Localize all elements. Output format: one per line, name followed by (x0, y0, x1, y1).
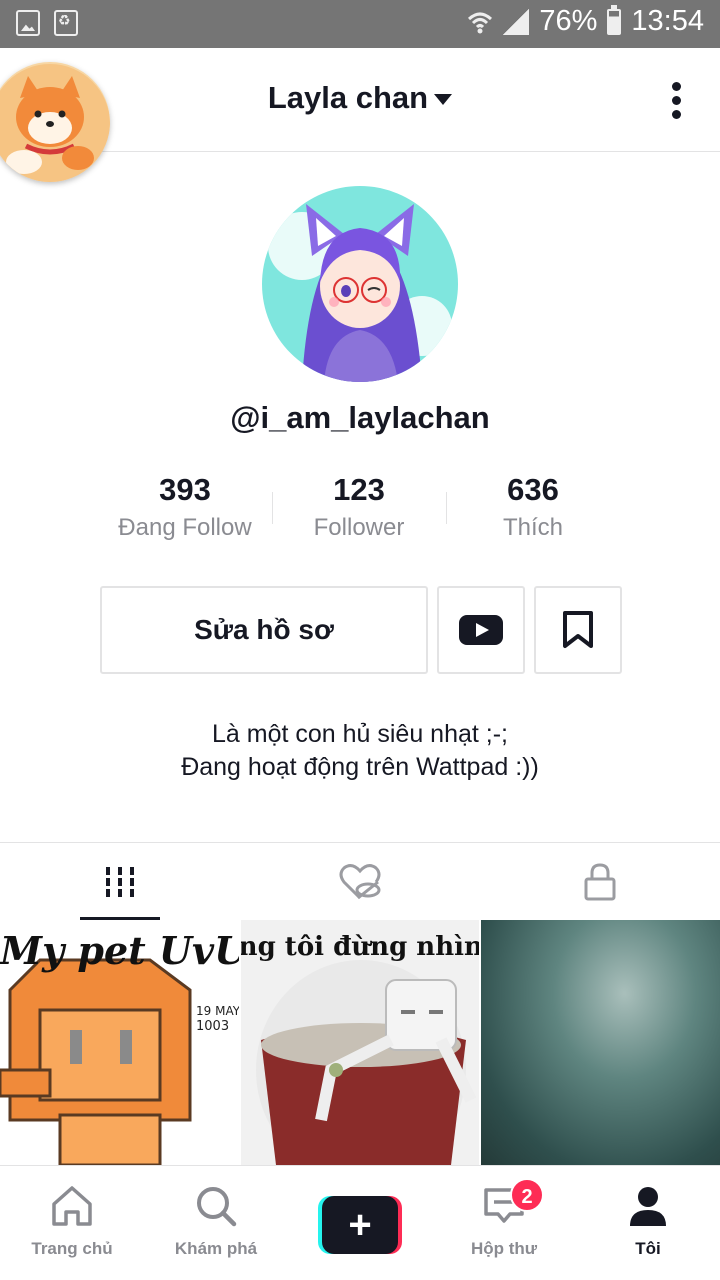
svg-text:19 MAY: 19 MAY (196, 1004, 239, 1018)
stat-value: 393 (159, 472, 211, 507)
grid-icon (106, 867, 134, 897)
video-thumbnail[interactable]: 19 MAY 1003 My pet UvU (0, 920, 239, 1165)
svg-text:1003: 1003 (196, 1019, 229, 1034)
home-icon (52, 1186, 92, 1226)
stat-label: Đang Follow (118, 514, 252, 541)
bio-line: Là một con hủ siêu nhạt ;-; (211, 720, 508, 748)
nav-me[interactable]: Tôi (576, 1166, 720, 1280)
stat-value: 123 (333, 472, 385, 507)
nav-discover[interactable]: Khám phá (144, 1166, 288, 1280)
stat-following[interactable]: 393 Đang Follow (98, 470, 272, 550)
status-bar: 76% 13:54 (0, 0, 720, 48)
youtube-icon (459, 615, 503, 645)
nav-home[interactable]: Trang chủ (0, 1166, 144, 1280)
nav-label: Trang chủ (31, 1239, 113, 1258)
bio-line: Đang hoạt động trên Wattpad :)) (181, 753, 539, 781)
video-grid: 19 MAY 1003 My pet UvU ng tôi đừng nhìn … (0, 920, 720, 1165)
bookmark-icon (563, 611, 593, 648)
lock-icon (584, 863, 616, 901)
stat-label: Follower (313, 514, 405, 541)
video-caption: My pet UvU (0, 928, 239, 973)
tab-videos[interactable] (0, 843, 240, 921)
stat-likes[interactable]: 636 Thích (446, 470, 620, 550)
username: @i_am_laylachan (230, 400, 490, 435)
recycle-notification-icon (54, 10, 78, 36)
tab-liked[interactable] (240, 843, 480, 921)
notification-icons (16, 10, 78, 36)
video-caption: ng tôi đừng nhìn nữa (240, 932, 480, 962)
video-thumbnail[interactable]: ng tôi đừng nhìn nữa (240, 920, 480, 1165)
profile-stats: 393 Đang Follow 123 Follower 636 Thích (98, 470, 622, 550)
battery-icon (607, 4, 622, 35)
gallery-notification-icon (16, 10, 40, 36)
create-button[interactable]: + (318, 1196, 402, 1254)
youtube-button[interactable] (437, 586, 525, 674)
stat-label: Thích (502, 514, 564, 541)
clock: 13:54 (631, 5, 704, 37)
tab-private[interactable] (480, 843, 720, 921)
nav-label: Hộp thư (470, 1239, 538, 1258)
stat-followers[interactable]: 123 Follower (272, 470, 446, 550)
nav-label: Khám phá (174, 1239, 258, 1258)
hidden-heart-icon (339, 864, 381, 900)
nav-label: Tôi (635, 1239, 661, 1258)
video-thumbnail[interactable] (481, 920, 720, 1165)
nav-create[interactable]: + (288, 1166, 432, 1280)
notification-badge: 2 (510, 1178, 544, 1212)
stat-value: 636 (507, 472, 559, 507)
nav-inbox[interactable]: 2 Hộp thư (432, 1166, 576, 1280)
search-icon (197, 1187, 237, 1227)
profile-bio: Là một con hủ siêu nhạt ;-; Đang hoạt độ… (0, 718, 720, 784)
profile-avatar[interactable] (262, 186, 458, 382)
profile-tabs (0, 842, 720, 921)
caret-down-icon (434, 94, 453, 106)
header-title: Layla chan (267, 80, 429, 115)
wifi-icon (468, 12, 493, 33)
signal-icon (503, 8, 530, 35)
account-switcher[interactable]: Layla chan (0, 80, 720, 116)
system-indicators: 76% 13:54 (467, 4, 704, 38)
profile-icon (630, 1187, 666, 1226)
more-options-icon[interactable] (672, 82, 682, 120)
favorites-button[interactable] (534, 586, 622, 674)
edit-profile-button[interactable]: Sửa hồ sơ (100, 586, 428, 674)
plus-icon: + (322, 1196, 398, 1254)
battery-percent: 76% (539, 5, 598, 37)
bottom-navigation: Trang chủ Khám phá + 2 Hộp thư Tôi (0, 1165, 720, 1280)
profile-header: Layla chan (0, 48, 720, 182)
profile-actions: Sửa hồ sơ (100, 586, 622, 674)
